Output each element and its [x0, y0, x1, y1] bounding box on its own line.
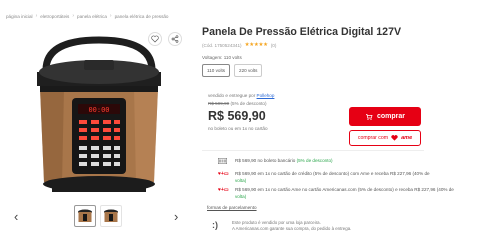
thumbnail-image — [78, 209, 92, 222]
seller-line: vendido e entregue por Pollehop — [208, 93, 274, 98]
payment-line-1: R$ 569,90 em 1x no cartão de crédito (5%… — [235, 171, 430, 176]
payment-line-1: R$ 569,90 em 1x no cartão Ame no cartão … — [235, 187, 454, 192]
partner-notice: :) Este produto é vendido por uma loja p… — [202, 218, 402, 238]
boleto-icon — [218, 158, 227, 164]
partner-line-2: A Americanas.com garante sua compra, do … — [232, 226, 352, 231]
share-icon — [171, 35, 179, 43]
product-image[interactable]: 00:00 — [24, 32, 174, 204]
favorite-button[interactable] — [148, 32, 162, 46]
breadcrumb-item-eletroportateis[interactable]: eletroportáteis — [40, 14, 69, 19]
seller-prefix: vendido e entregue por — [208, 93, 256, 98]
product-code: (Cód. 1750524341) — [202, 42, 242, 48]
breadcrumb-item-home[interactable]: página inicial — [6, 14, 33, 19]
ame-brand: ame — [401, 135, 413, 141]
product-gallery: 00:00 ‹ › — [0, 28, 195, 245]
payment-text: R$ 569,90 no boleto bancário (5% de desc… — [235, 158, 333, 163]
share-button[interactable] — [168, 32, 182, 46]
old-price-line: R$ 599,90 (5% de desconto) — [208, 101, 267, 106]
breadcrumb: página inicial › eletroportáteis › panel… — [6, 13, 168, 19]
breadcrumb-item-panela-pressao[interactable]: panela elétrica de pressão — [115, 14, 169, 19]
payment-text: R$ 569,90 em 1x no cartão de crédito (5%… — [235, 171, 430, 184]
product-title: Panela De Pressão Elétrica Digital 127V — [202, 26, 402, 38]
ame-americanas-card-icon: ♥+▭ — [218, 187, 229, 193]
seller-link[interactable]: Pollehop — [257, 93, 275, 98]
buy-button-label: comprar — [376, 113, 405, 120]
payment-line-2: volta) — [235, 193, 247, 199]
payment-price: R$ 569,90 no boleto bancário — [235, 158, 296, 163]
chevron-right-icon: › — [72, 13, 75, 19]
voltage-option-110[interactable]: 110 volts — [202, 64, 231, 77]
buy-with-ame-button[interactable]: comprar com ame — [349, 130, 421, 146]
heart-icon — [151, 35, 159, 43]
cart-icon — [365, 113, 373, 120]
buy-button[interactable]: comprar — [349, 107, 421, 126]
product-meta: (Cód. 1750524341) ★★★★★ (0) — [202, 42, 276, 48]
review-count[interactable]: (0) — [271, 43, 277, 48]
breadcrumb-item-panela-eletrica[interactable]: panela elétrica — [77, 14, 107, 19]
payment-discount: (5% de desconto) — [296, 158, 333, 163]
voltage-label: Voltagem: 110 volts — [202, 55, 242, 60]
rating-stars[interactable]: ★★★★★ — [245, 42, 268, 48]
buy-with-ame-label: comprar com — [357, 135, 389, 141]
chevron-right-icon: › — [35, 13, 38, 19]
voltage-option-220[interactable]: 220 volts — [234, 64, 263, 77]
installment-info: no boleto ou em 1x no cartão — [208, 126, 268, 131]
smile-icon: :) — [212, 220, 218, 230]
payment-line-2: volta) — [235, 177, 247, 183]
divider — [202, 150, 424, 151]
partner-text: Este produto é vendido por uma loja parc… — [232, 220, 351, 232]
thumbnail-1[interactable] — [74, 205, 96, 227]
gallery-next-arrow-icon[interactable]: › — [174, 210, 178, 223]
payment-text: R$ 569,90 em 1x no cartão Ame no cartão … — [235, 187, 454, 200]
current-price: R$ 569,90 — [208, 109, 266, 123]
thumbnail-strip — [74, 205, 122, 227]
voltage-options: 110 volts 220 volts — [202, 64, 263, 77]
thumbnail-image — [104, 209, 118, 222]
gallery-prev-arrow-icon[interactable]: ‹ — [14, 210, 18, 223]
installment-forms-link[interactable]: formas de parcelamento — [207, 205, 257, 210]
ame-card-icon: ♥+▭ — [218, 171, 229, 177]
ame-heart-icon — [391, 135, 398, 141]
thumbnail-2[interactable] — [100, 205, 122, 227]
discount-label: (5% de desconto) — [230, 101, 267, 106]
old-price: R$ 599,90 — [208, 101, 230, 106]
chevron-right-icon: › — [109, 13, 112, 19]
svg-text:00:00: 00:00 — [88, 106, 109, 114]
